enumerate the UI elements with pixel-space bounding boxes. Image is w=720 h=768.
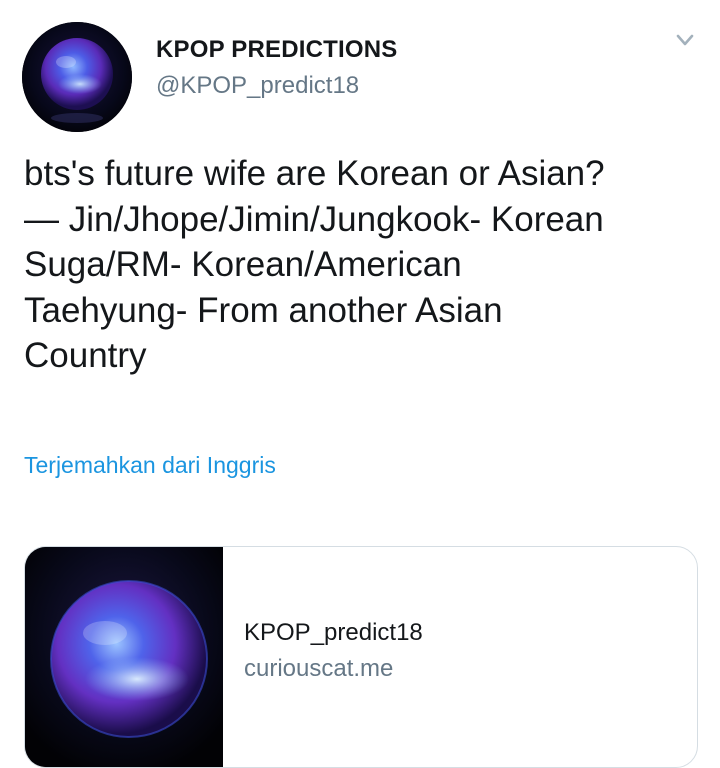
tweet-text-line: bts's future wife are Korean or Asian? — [24, 154, 605, 193]
avatar[interactable] — [22, 22, 132, 132]
author-handle[interactable]: @KPOP_predict18 — [156, 72, 359, 100]
card-thumbnail — [25, 547, 223, 767]
tweet-text-line: — Jin/Jhope/Jimin/Jungkook- Korean — [24, 199, 604, 239]
crystal-ball-image — [25, 547, 223, 767]
tweet-text-line: Suga/RM- Korean/American — [24, 245, 462, 284]
tweet-text-line: Country — [24, 336, 147, 375]
tweet-text: bts's future wife are Korean or Asian? —… — [24, 151, 704, 379]
tweet-text-line: Taehyung- From another Asian — [24, 290, 503, 330]
crystal-ball-image — [22, 22, 132, 132]
translate-link[interactable]: Terjemahkan dari Inggris — [24, 452, 276, 479]
author-display-name[interactable]: KPOP PREDICTIONS — [156, 36, 397, 64]
chevron-down-icon — [676, 34, 694, 46]
card-title: KPOP_predict18 — [244, 619, 423, 646]
card-domain: curiouscat.me — [244, 655, 394, 682]
link-card[interactable]: KPOP_predict18 curiouscat.me — [24, 546, 698, 768]
tweet-menu-button[interactable] — [672, 30, 698, 52]
tweet: KPOP PREDICTIONS @KPOP_predict18 bts's f… — [0, 0, 720, 768]
